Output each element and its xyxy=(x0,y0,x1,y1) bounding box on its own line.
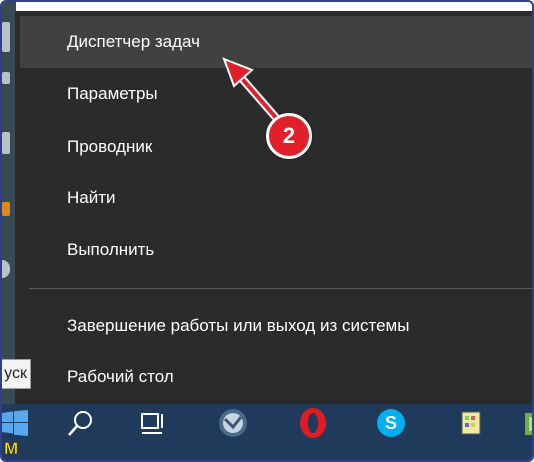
menu-item-task-manager[interactable]: Диспетчер задач xyxy=(20,16,532,68)
menu-divider xyxy=(29,288,532,289)
desktop-icon[interactable] xyxy=(2,22,10,52)
menu-item-desktop[interactable]: Рабочий стол xyxy=(15,351,532,403)
winx-context-menu: Диспетчер задач Параметры Проводник Найт… xyxy=(15,11,532,413)
app-icon[interactable] xyxy=(517,407,534,443)
screenshot-frame: Диспетчер задач Параметры Проводник Найт… xyxy=(0,0,534,462)
menu-item-run[interactable]: Выполнить xyxy=(15,224,532,276)
opera-icon[interactable] xyxy=(293,407,333,443)
tooltip-text: уск xyxy=(4,365,27,382)
search-icon[interactable] xyxy=(60,407,100,443)
annotation-badge: 2 xyxy=(266,113,312,159)
browser-icon[interactable] xyxy=(213,407,253,443)
app-icon[interactable] xyxy=(451,407,491,443)
skype-icon[interactable]: S xyxy=(371,407,411,443)
menu-item-shutdown[interactable]: Завершение работы или выход из системы xyxy=(15,300,532,352)
start-tooltip: уск xyxy=(2,359,31,389)
desktop-strip xyxy=(2,2,16,404)
taskbar: S xyxy=(2,404,534,460)
corner-label: M xyxy=(4,439,19,459)
task-view-icon[interactable] xyxy=(134,407,174,443)
desktop-icon[interactable] xyxy=(2,260,10,278)
desktop-icon[interactable] xyxy=(2,132,10,154)
desktop-icon[interactable] xyxy=(2,202,10,216)
svg-text:S: S xyxy=(385,413,397,433)
menu-item-search[interactable]: Найти xyxy=(15,172,532,224)
menu-item-settings[interactable]: Параметры xyxy=(15,68,532,120)
windows-start-icon[interactable] xyxy=(2,410,28,436)
desktop-icon[interactable] xyxy=(2,72,10,84)
